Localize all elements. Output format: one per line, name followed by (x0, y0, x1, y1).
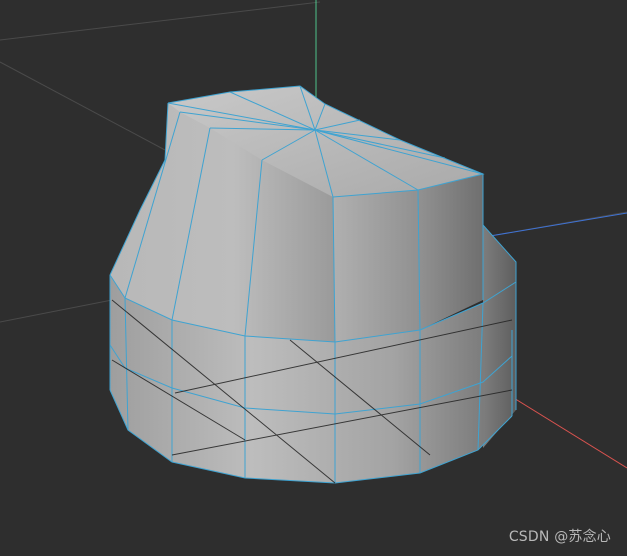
3d-viewport[interactable]: CSDN @苏念心 (0, 0, 627, 556)
viewport-scene[interactable] (0, 0, 627, 556)
watermark-text: CSDN @苏念心 (508, 529, 611, 545)
axis-z-line (489, 212, 627, 237)
mesh-model[interactable] (110, 86, 516, 483)
